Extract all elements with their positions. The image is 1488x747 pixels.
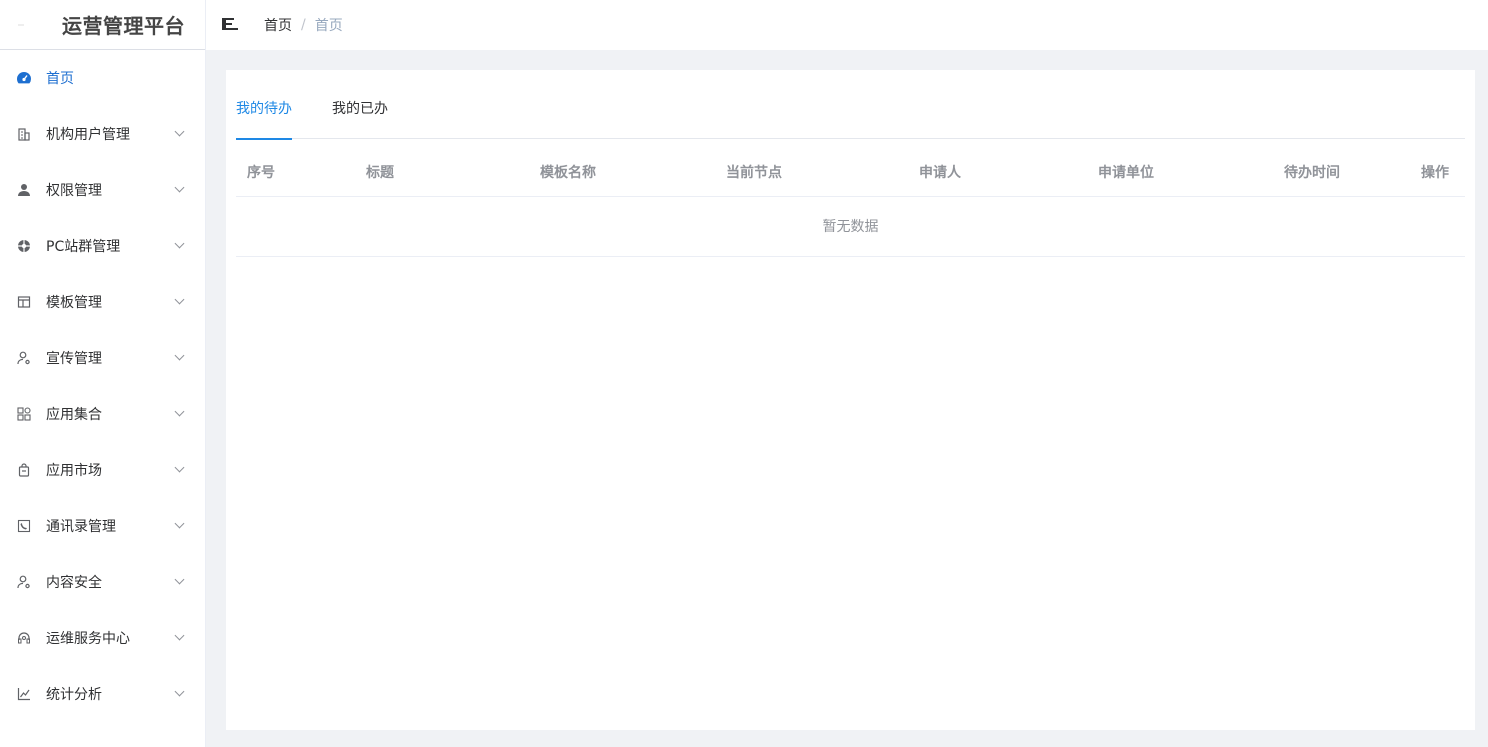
sidebar-item-label: 统计分析 bbox=[46, 687, 102, 703]
column-header-index: 序号 bbox=[247, 165, 275, 181]
chevron-down-icon bbox=[174, 574, 185, 585]
dashboard-icon bbox=[16, 70, 32, 86]
breadcrumb: 首页 / 首页 bbox=[264, 15, 343, 35]
sidebar-item-home[interactable]: 首页 bbox=[0, 50, 205, 106]
chevron-down-icon bbox=[174, 406, 185, 417]
headset-icon bbox=[16, 630, 32, 646]
tab-bar: 我的待办 我的已办 bbox=[236, 90, 1465, 140]
sidebar-menu: 首页 机构用户管理 权限管理 PC站群管理 模板管理 宣传管理 应用集合 应用市… bbox=[0, 50, 205, 722]
sidebar-item-label: 机构用户管理 bbox=[46, 127, 130, 143]
sidebar-item-label: 权限管理 bbox=[46, 183, 102, 199]
column-header-actions: 操作 bbox=[1421, 165, 1449, 181]
collapse-menu-icon[interactable] bbox=[222, 17, 240, 33]
sidebar-item-label: 通讯录管理 bbox=[46, 519, 116, 535]
tab-my-done[interactable]: 我的已办 bbox=[332, 90, 388, 139]
person-key-icon bbox=[16, 350, 32, 366]
column-header-title: 标题 bbox=[366, 165, 394, 181]
column-header-template-name: 模板名称 bbox=[540, 165, 596, 181]
sidebar-item-statistics[interactable]: 统计分析 bbox=[0, 666, 205, 722]
main-card: 我的待办 我的已办 序号 标题 模板名称 当前节点 申请人 申请单位 待办时间 … bbox=[226, 70, 1475, 730]
phone-book-icon bbox=[16, 518, 32, 534]
column-header-applicant: 申请人 bbox=[919, 165, 961, 181]
sidebar-item-label: PC站群管理 bbox=[46, 239, 121, 255]
sidebar-item-label: 内容安全 bbox=[46, 575, 102, 591]
template-icon bbox=[16, 294, 32, 310]
sidebar: 运营管理平台 首页 机构用户管理 权限管理 PC站群管理 模板管理 宣传管理 应… bbox=[0, 0, 206, 747]
chevron-down-icon bbox=[174, 238, 185, 249]
sidebar-item-org-users[interactable]: 机构用户管理 bbox=[0, 106, 205, 162]
sidebar-item-label: 运维服务中心 bbox=[46, 631, 130, 647]
aperture-icon bbox=[16, 238, 32, 254]
building-icon bbox=[16, 126, 32, 142]
app-title: 运营管理平台 bbox=[62, 14, 185, 38]
chevron-down-icon bbox=[174, 126, 185, 137]
column-header-current-node: 当前节点 bbox=[726, 165, 782, 181]
top-navbar: 首页 / 首页 bbox=[206, 0, 1488, 50]
sidebar-item-label: 应用集合 bbox=[46, 407, 102, 423]
table-header: 序号 标题 模板名称 当前节点 申请人 申请单位 待办时间 操作 bbox=[236, 150, 1465, 197]
shopping-bag-icon bbox=[16, 462, 32, 478]
sidebar-item-label: 首页 bbox=[46, 71, 74, 87]
apps-grid-icon bbox=[16, 406, 32, 422]
logo[interactable]: 运营管理平台 bbox=[0, 0, 205, 50]
breadcrumb-current: 首页 bbox=[314, 18, 343, 34]
chevron-down-icon bbox=[174, 462, 185, 473]
sidebar-item-templates[interactable]: 模板管理 bbox=[0, 274, 205, 330]
sidebar-item-publicity[interactable]: 宣传管理 bbox=[0, 330, 205, 386]
sidebar-item-permissions[interactable]: 权限管理 bbox=[0, 162, 205, 218]
sidebar-item-label: 应用市场 bbox=[46, 463, 102, 479]
chevron-down-icon bbox=[174, 686, 185, 697]
user-icon bbox=[16, 182, 32, 198]
line-chart-icon bbox=[16, 686, 32, 702]
logo-image bbox=[18, 24, 24, 26]
sidebar-item-app-collection[interactable]: 应用集合 bbox=[0, 386, 205, 442]
empty-state: 暂无数据 bbox=[236, 197, 1465, 257]
sidebar-item-label: 模板管理 bbox=[46, 295, 102, 311]
sidebar-item-label: 宣传管理 bbox=[46, 351, 102, 367]
column-header-todo-time: 待办时间 bbox=[1284, 165, 1340, 181]
chevron-down-icon bbox=[174, 518, 185, 529]
chevron-down-icon bbox=[174, 350, 185, 361]
sidebar-item-content-security[interactable]: 内容安全 bbox=[0, 554, 205, 610]
breadcrumb-separator: / bbox=[301, 17, 306, 33]
breadcrumb-home[interactable]: 首页 bbox=[264, 15, 292, 35]
chevron-down-icon bbox=[174, 182, 185, 193]
chevron-down-icon bbox=[174, 294, 185, 305]
sidebar-item-ops-center[interactable]: 运维服务中心 bbox=[0, 610, 205, 666]
chevron-down-icon bbox=[174, 630, 185, 641]
person-key-icon bbox=[16, 574, 32, 590]
tab-my-todo[interactable]: 我的待办 bbox=[236, 90, 292, 140]
sidebar-item-contacts[interactable]: 通讯录管理 bbox=[0, 498, 205, 554]
todo-table: 序号 标题 模板名称 当前节点 申请人 申请单位 待办时间 操作 暂无数据 bbox=[236, 150, 1465, 257]
sidebar-item-pc-sites[interactable]: PC站群管理 bbox=[0, 218, 205, 274]
column-header-applicant-unit: 申请单位 bbox=[1098, 165, 1154, 181]
sidebar-item-app-market[interactable]: 应用市场 bbox=[0, 442, 205, 498]
